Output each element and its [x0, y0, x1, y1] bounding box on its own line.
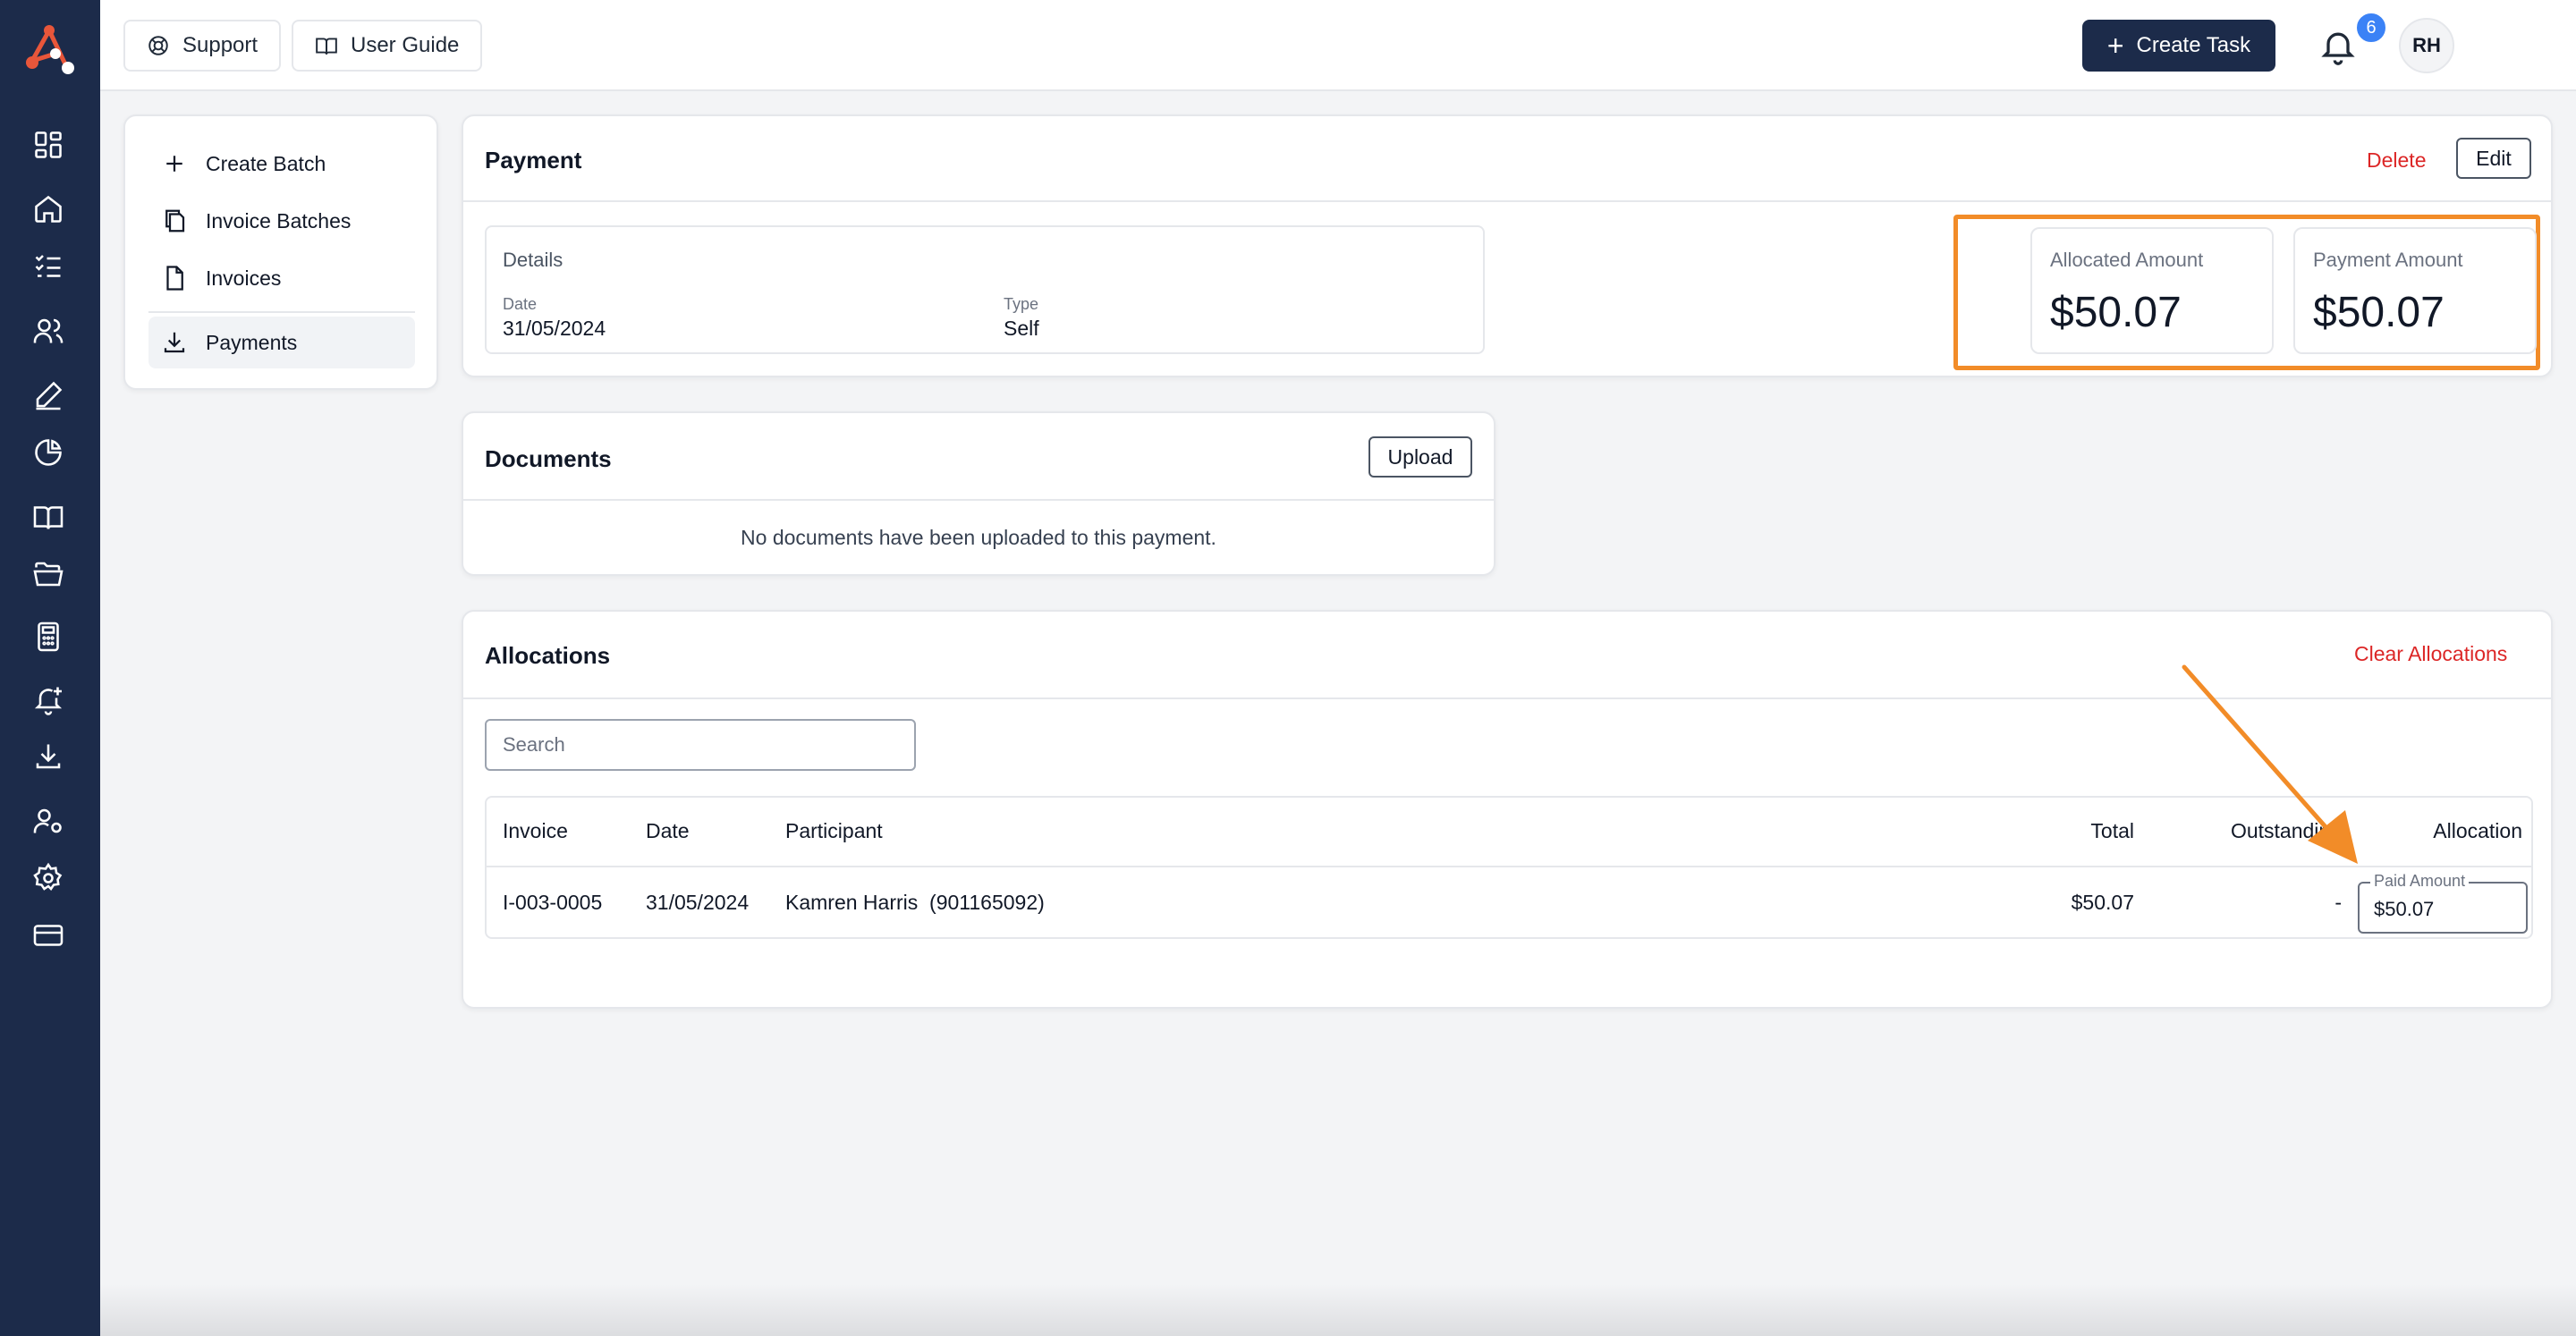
annotation-arrow-icon	[2182, 664, 2358, 864]
side-menu: Create Batch Invoice Batches Invoices Pa…	[123, 114, 438, 390]
allocations-title: Allocations	[485, 642, 611, 669]
menu-item-label: Invoice Batches	[206, 208, 352, 233]
cell-invoice[interactable]: I-003-0005	[503, 891, 602, 915]
user-settings-icon[interactable]	[32, 805, 64, 837]
col-header-date: Date	[646, 819, 690, 842]
clear-allocations-button[interactable]: Clear Allocations	[2354, 642, 2507, 666]
menu-item-label: Create Batch	[206, 151, 326, 175]
menu-item-create-batch[interactable]: Create Batch	[148, 138, 415, 190]
book-open-icon	[316, 38, 337, 55]
credit-card-icon[interactable]	[32, 919, 64, 951]
payment-title: Payment	[485, 147, 582, 173]
menu-divider	[148, 311, 415, 313]
col-header-total: Total	[2090, 819, 2134, 842]
create-task-label: Create Task	[2136, 33, 2251, 57]
cell-outstanding: -	[2334, 891, 2342, 914]
create-task-button[interactable]: + Create Task	[2082, 20, 2275, 72]
folder-icon[interactable]	[32, 558, 64, 590]
date-label: Date	[503, 295, 538, 313]
bottom-shadow	[100, 1284, 2576, 1336]
documents-empty-text: No documents have been uploaded to this …	[741, 526, 1216, 549]
menu-item-invoices[interactable]: Invoices	[148, 252, 415, 304]
book-icon[interactable]	[32, 501, 64, 533]
gear-icon[interactable]	[32, 862, 64, 894]
user-guide-label: User Guide	[351, 33, 460, 57]
allocated-amount-stat: Allocated Amount $50.07	[2030, 227, 2274, 354]
paid-amount-input[interactable]: Paid Amount $50.07	[2358, 872, 2528, 934]
col-header-invoice: Invoice	[503, 819, 568, 842]
chart-pie-icon[interactable]	[32, 436, 64, 469]
documents-card: Documents Upload No documents have been …	[462, 411, 1496, 576]
edit-button[interactable]: Edit	[2456, 138, 2531, 179]
card-divider	[463, 200, 2551, 202]
signature-icon[interactable]	[32, 379, 64, 411]
home-icon[interactable]	[32, 193, 64, 225]
copy-icon	[165, 209, 185, 233]
cell-total: $50.07	[2071, 891, 2134, 914]
notification-badge: 6	[2354, 11, 2388, 45]
file-icon	[166, 266, 183, 291]
documents-title: Documents	[485, 445, 612, 472]
menu-item-label: Invoices	[206, 266, 282, 290]
avatar[interactable]: RH	[2399, 18, 2454, 73]
dashboard-icon[interactable]	[32, 129, 64, 161]
user-guide-button[interactable]: User Guide	[292, 20, 483, 72]
tasks-icon[interactable]	[32, 250, 64, 283]
paid-amount-label: Paid Amount	[2370, 872, 2470, 891]
support-label: Support	[182, 33, 258, 57]
cell-participant[interactable]: Kamren Harris (901165092)	[785, 891, 1045, 915]
support-button[interactable]: Support	[123, 20, 282, 72]
upload-button[interactable]: Upload	[1368, 436, 1472, 478]
cell-date: 31/05/2024	[646, 891, 750, 914]
lifebuoy-icon	[148, 36, 168, 55]
paid-amount-value: $50.07	[2374, 898, 2435, 920]
allocated-amount-value: $50.07	[2050, 289, 2182, 336]
card-divider	[463, 499, 1494, 501]
bell-icon[interactable]	[2318, 25, 2358, 66]
bell-plus-icon[interactable]	[32, 683, 64, 715]
download-icon	[164, 332, 185, 353]
plus-icon: +	[2106, 30, 2124, 62]
details-section: Details Date 31/05/2024 Type Self	[485, 225, 1485, 354]
allocated-amount-label: Allocated Amount	[2050, 249, 2204, 271]
download-icon[interactable]	[32, 740, 64, 773]
payment-amount-stat: Payment Amount $50.07	[2293, 227, 2537, 354]
details-heading: Details	[503, 249, 564, 271]
payment-amount-label: Payment Amount	[2313, 249, 2463, 271]
payment-amount-value: $50.07	[2313, 289, 2445, 336]
calculator-icon[interactable]	[32, 621, 64, 653]
menu-item-invoice-batches[interactable]: Invoice Batches	[148, 195, 415, 247]
delete-button[interactable]: Delete	[2367, 148, 2426, 173]
date-value: 31/05/2024	[503, 317, 606, 340]
users-icon[interactable]	[32, 315, 64, 347]
search-input[interactable]	[485, 719, 916, 771]
type-label: Type	[1004, 295, 1039, 313]
app-logo-icon[interactable]	[20, 23, 79, 77]
col-header-participant: Participant	[785, 819, 883, 842]
col-header-allocation: Allocation	[2433, 819, 2522, 842]
type-value: Self	[1004, 317, 1039, 340]
plus-icon	[166, 156, 182, 172]
menu-item-label: Payments	[206, 330, 298, 354]
menu-item-payments[interactable]: Payments	[148, 317, 415, 368]
left-rail	[0, 0, 100, 1336]
